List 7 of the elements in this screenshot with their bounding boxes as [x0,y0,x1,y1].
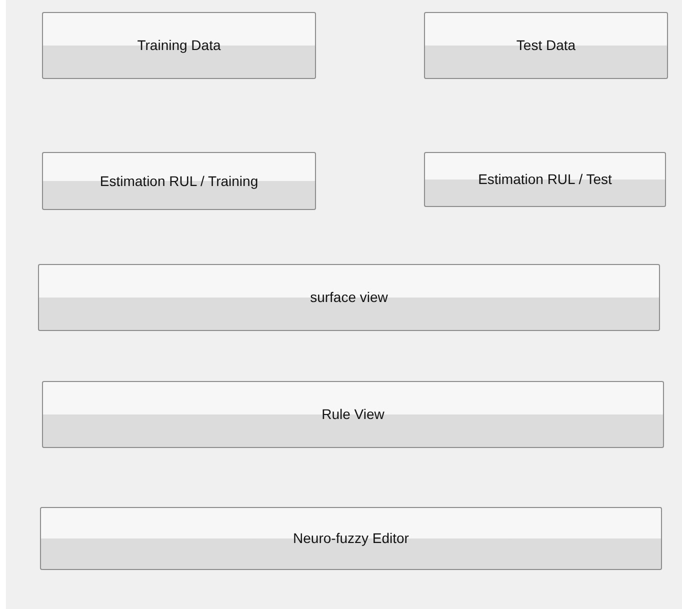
push-button[interactable]: Estimation RUL / Training [42,152,316,210]
push-button[interactable]: Estimation RUL / Test [424,152,666,207]
push-button[interactable]: Neuro-fuzzy Editor [40,507,662,570]
push-button[interactable]: Training Data [42,12,316,79]
push-button[interactable]: Test Data [424,12,668,79]
push-button[interactable]: Rule View [42,381,664,448]
push-button[interactable]: surface view [38,264,660,331]
